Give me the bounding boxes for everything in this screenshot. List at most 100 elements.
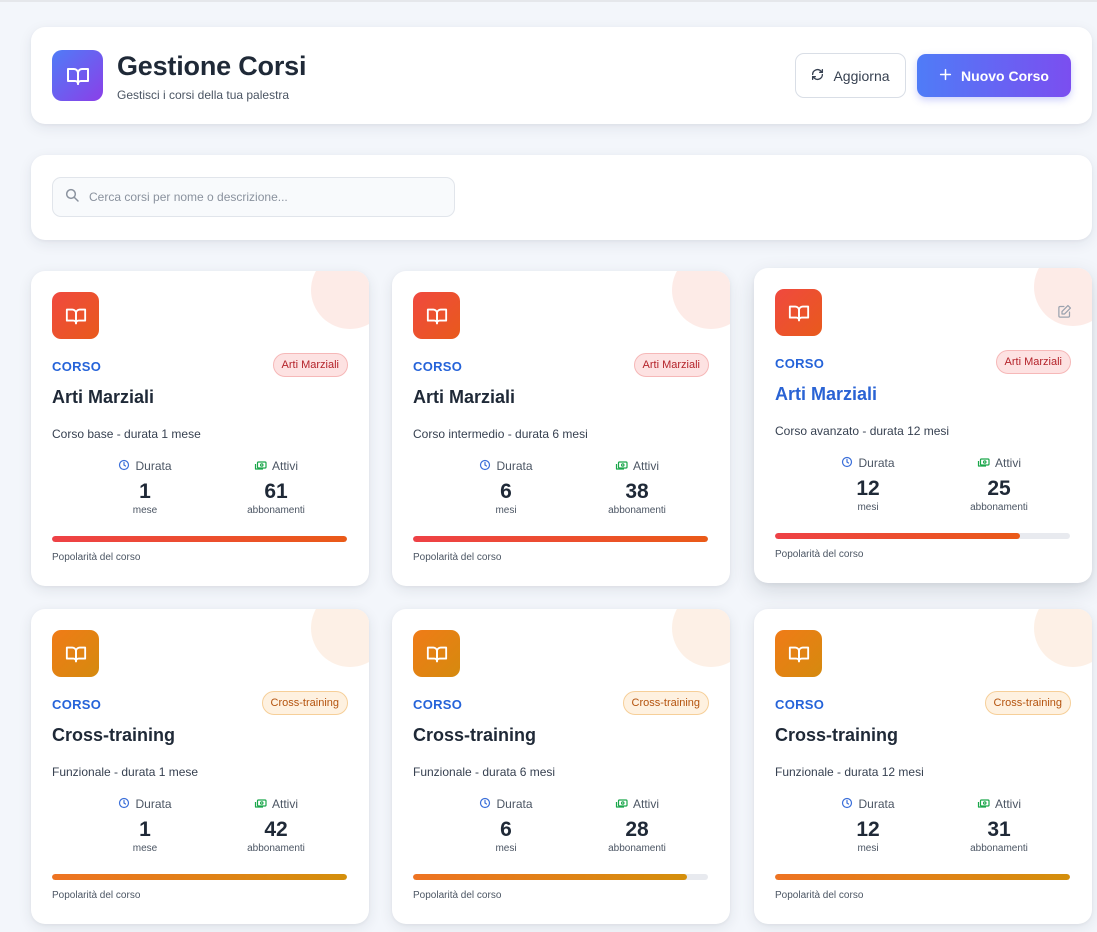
course-type-label: CORSO xyxy=(775,356,825,371)
popularity-bar-fill xyxy=(775,533,1020,539)
clock-icon xyxy=(118,797,130,812)
duration-value: 6 xyxy=(500,480,512,503)
active-label: Attivi xyxy=(632,459,659,473)
page-subtitle: Gestisci i corsi della tua palestra xyxy=(117,88,290,102)
book-open-icon xyxy=(52,630,99,677)
duration-stat: Durata 1 mese xyxy=(80,796,210,854)
page-header: Gestione Corsi Gestisci i corsi della tu… xyxy=(31,27,1092,124)
active-subscriptions-stat: Attivi 38 abbonamenti xyxy=(572,458,702,516)
active-value: 61 xyxy=(264,480,288,503)
popularity-bar-fill xyxy=(413,874,688,880)
book-open-icon xyxy=(52,50,103,101)
book-open-icon xyxy=(775,289,822,336)
duration-label: Durata xyxy=(858,456,895,470)
refresh-button[interactable]: Aggiorna xyxy=(795,53,906,98)
active-unit: abbonamenti xyxy=(608,505,666,516)
course-type-label: CORSO xyxy=(52,697,102,712)
popularity-bar-fill xyxy=(52,536,347,542)
course-type-label: CORSO xyxy=(775,697,825,712)
clock-icon xyxy=(118,459,130,474)
active-subscriptions-stat: Attivi 28 abbonamenti xyxy=(572,796,702,854)
duration-value: 6 xyxy=(500,818,512,841)
popularity-bar-fill xyxy=(775,874,1070,880)
duration-unit: mesi xyxy=(857,843,879,854)
duration-stat: Durata 6 mesi xyxy=(441,796,571,854)
course-card[interactable]: CORSO Arti Marziali Arti Marziali Corso … xyxy=(754,268,1092,583)
clock-icon xyxy=(479,459,491,474)
popularity-bar xyxy=(775,874,1070,880)
active-value: 28 xyxy=(625,818,649,841)
clock-icon xyxy=(841,456,853,471)
active-subscriptions-stat: Attivi 25 abbonamenti xyxy=(934,455,1064,513)
course-name[interactable]: Arti Marziali xyxy=(52,387,154,408)
course-type-label: CORSO xyxy=(413,359,463,374)
course-description: Funzionale - durata 1 mese xyxy=(52,765,199,779)
popularity-bar xyxy=(52,536,347,542)
duration-stat: Durata 12 mesi xyxy=(803,796,933,854)
card-decoration xyxy=(672,609,730,667)
category-badge: Cross-training xyxy=(622,691,709,715)
duration-value: 1 xyxy=(139,480,151,503)
book-open-icon xyxy=(413,630,460,677)
new-course-button[interactable]: Nuovo Corso xyxy=(917,54,1071,97)
refresh-label: Aggiorna xyxy=(833,67,890,84)
search-box[interactable] xyxy=(52,177,455,217)
duration-stat: Durata 1 mese xyxy=(80,458,210,516)
course-description: Funzionale - durata 6 mesi xyxy=(413,765,556,779)
duration-label: Durata xyxy=(858,797,895,811)
active-subscriptions-stat: Attivi 31 abbonamenti xyxy=(934,796,1064,854)
active-value: 38 xyxy=(625,480,649,503)
card-decoration xyxy=(1034,609,1092,667)
book-open-icon xyxy=(52,292,99,339)
popularity-bar-fill xyxy=(52,874,347,880)
search-panel xyxy=(31,155,1092,240)
course-card[interactable]: CORSO Cross-training Cross-training Funz… xyxy=(754,609,1092,924)
category-badge: Arti Marziali xyxy=(272,353,348,377)
course-name[interactable]: Cross-training xyxy=(413,725,536,746)
course-type-label: CORSO xyxy=(52,359,102,374)
duration-label: Durata xyxy=(135,459,172,473)
duration-stat: Durata 12 mesi xyxy=(803,455,933,513)
top-border xyxy=(0,0,1097,2)
book-open-icon xyxy=(413,292,460,339)
popularity-bar xyxy=(52,874,347,880)
course-card[interactable]: CORSO Cross-training Cross-training Funz… xyxy=(31,609,369,924)
duration-value: 12 xyxy=(856,818,880,841)
active-unit: abbonamenti xyxy=(970,843,1028,854)
course-card[interactable]: CORSO Cross-training Cross-training Funz… xyxy=(392,609,730,924)
course-name[interactable]: Arti Marziali xyxy=(413,387,515,408)
course-name[interactable]: Cross-training xyxy=(775,725,898,746)
course-card[interactable]: CORSO Arti Marziali Arti Marziali Corso … xyxy=(31,271,369,586)
book-open-icon xyxy=(775,630,822,677)
card-decoration xyxy=(311,271,369,329)
card-decoration xyxy=(311,609,369,667)
clock-icon xyxy=(479,797,491,812)
course-description: Funzionale - durata 12 mesi xyxy=(775,765,924,779)
money-icon xyxy=(254,797,267,812)
edit-icon[interactable] xyxy=(1057,304,1072,324)
active-label: Attivi xyxy=(632,797,659,811)
course-card[interactable]: CORSO Arti Marziali Arti Marziali Corso … xyxy=(392,271,730,586)
category-badge: Cross-training xyxy=(984,691,1071,715)
plus-icon xyxy=(939,68,952,84)
search-input[interactable] xyxy=(89,190,439,204)
popularity-label: Popolarità del corso xyxy=(775,549,864,560)
active-unit: abbonamenti xyxy=(608,843,666,854)
popularity-label: Popolarità del corso xyxy=(413,890,502,901)
duration-unit: mesi xyxy=(495,505,517,516)
course-name[interactable]: Arti Marziali xyxy=(775,384,877,405)
active-subscriptions-stat: Attivi 61 abbonamenti xyxy=(211,458,341,516)
course-name[interactable]: Cross-training xyxy=(52,725,175,746)
active-value: 25 xyxy=(987,477,1011,500)
duration-label: Durata xyxy=(496,797,533,811)
active-label: Attivi xyxy=(994,797,1021,811)
duration-unit: mesi xyxy=(857,502,879,513)
category-badge: Arti Marziali xyxy=(995,350,1071,374)
course-type-label: CORSO xyxy=(413,697,463,712)
active-label: Attivi xyxy=(271,797,298,811)
money-icon xyxy=(254,459,267,474)
active-value: 42 xyxy=(264,818,288,841)
popularity-label: Popolarità del corso xyxy=(775,890,864,901)
category-badge: Arti Marziali xyxy=(633,353,709,377)
active-subscriptions-stat: Attivi 42 abbonamenti xyxy=(211,796,341,854)
